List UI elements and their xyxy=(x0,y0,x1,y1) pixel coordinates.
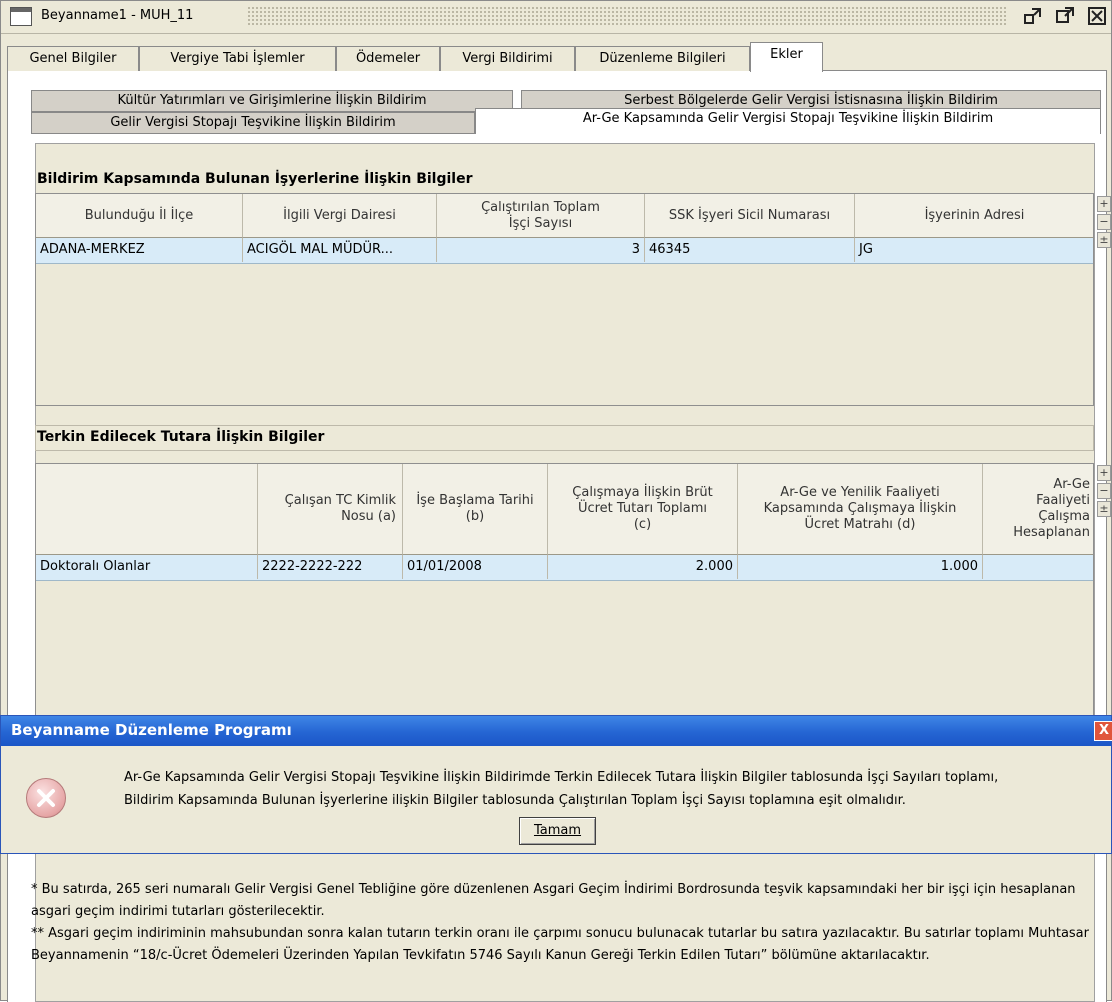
footnotes: * Bu satırda, 265 seri numaralı Gelir Ve… xyxy=(31,879,1106,967)
col-header-isyeri-adresi[interactable]: İşyerinin Adresi xyxy=(855,194,1093,238)
col-header-ucret-matrahi[interactable]: Ar-Ge ve Yenilik Faaliyeti Kapsamında Ça… xyxy=(738,464,983,555)
col-header-isci-sayisi[interactable]: Çalıştırılan Toplam İşçi Sayısı xyxy=(437,194,645,238)
col-header-tc-kimlik[interactable]: Çalışan TC Kimlik Nosu (a) xyxy=(258,464,403,555)
cell-ssk-sicil[interactable]: 46345 xyxy=(645,238,855,262)
add-row-button[interactable]: + xyxy=(1097,196,1111,212)
title-bar[interactable]: Beyanname1 - MUH_11 xyxy=(1,1,1111,34)
cell-il-ilce[interactable]: ADANA-MERKEZ xyxy=(36,238,243,262)
insert-row-button[interactable]: ± xyxy=(1097,501,1111,517)
table-row[interactable]: Doktoralı Olanlar 2222-2222-222 01/01/20… xyxy=(36,555,1093,581)
terkin-table[interactable]: Çalışan TC Kimlik Nosu (a) İşe Başlama T… xyxy=(35,463,1094,716)
error-icon xyxy=(26,778,66,818)
section1-title: Bildirim Kapsamında Bulunan İşyerlerine … xyxy=(37,171,473,187)
restore-icon[interactable] xyxy=(1023,6,1043,30)
footnote-2: ** Asgari geçim indiriminin mahsubundan … xyxy=(31,926,1089,963)
main-tab-strip: Genel Bilgiler Vergiye Tabi İşlemler Öde… xyxy=(7,42,1107,72)
cell-brut-ucret[interactable]: 2.000 xyxy=(548,555,738,579)
tab-vergi-bildirimi[interactable]: Vergi Bildirimi xyxy=(440,46,575,71)
col-header-blank[interactable] xyxy=(36,464,258,555)
section2-title: Terkin Edilecek Tutara İlişkin Bilgiler xyxy=(37,429,325,445)
title-bar-pattern xyxy=(247,6,1007,27)
tab-ekler[interactable]: Ekler xyxy=(750,42,823,72)
dialog-message: Ar-Ge Kapsamında Gelir Vergisi Stopajı T… xyxy=(124,766,998,812)
cell-tc-kimlik[interactable]: 2222-2222-222 xyxy=(258,555,403,579)
cell-row-label[interactable]: Doktoralı Olanlar xyxy=(36,555,258,579)
col-header-vergi-dairesi[interactable]: İlgili Vergi Dairesi xyxy=(243,194,437,238)
cell-vergi-dairesi[interactable]: ACIGÖL MAL MÜDÜR... xyxy=(243,238,437,262)
subtab-gelir-vergisi-stopaji[interactable]: Gelir Vergisi Stopajı Teşvikine İlişkin … xyxy=(31,112,475,134)
dialog-message-line-2: Bildirim Kapsamında Bulunan İşyerlerine … xyxy=(124,793,906,808)
tab-odemeler[interactable]: Ödemeler xyxy=(336,46,440,71)
cell-isci-sayisi[interactable]: 3 xyxy=(437,238,645,262)
window-title: Beyanname1 - MUH_11 xyxy=(41,8,194,23)
cell-isyeri-adresi[interactable]: JG xyxy=(855,238,1093,262)
insert-row-button[interactable]: ± xyxy=(1097,232,1111,248)
col-header-brut-ucret[interactable]: Çalışmaya İlişkin Brüt Ücret Tutarı Topl… xyxy=(548,464,738,555)
table-row[interactable]: ADANA-MERKEZ ACIGÖL MAL MÜDÜR... 3 46345… xyxy=(36,238,1093,264)
tamam-button-label: Tamam xyxy=(533,823,582,838)
footnote-1: * Bu satırda, 265 seri numaralı Gelir Ve… xyxy=(31,882,1076,919)
dialog-message-line-1: Ar-Ge Kapsamında Gelir Vergisi Stopajı T… xyxy=(124,770,999,785)
remove-row-button[interactable]: − xyxy=(1097,214,1111,230)
col-header-ssk-sicil[interactable]: SSK İşyeri Sicil Numarası xyxy=(645,194,855,238)
tamam-button[interactable]: Tamam xyxy=(519,817,596,845)
tab-duzenleme-bilgileri[interactable]: Düzenleme Bilgileri xyxy=(575,46,750,71)
cell-ucret-matrahi[interactable]: 1.000 xyxy=(738,555,983,579)
isyerleri-table[interactable]: Bulunduğu İl İlçe İlgili Vergi Dairesi Ç… xyxy=(35,193,1094,406)
add-row-button[interactable]: + xyxy=(1097,465,1111,481)
tab-vergiye-tabi-islemler[interactable]: Vergiye Tabi İşlemler xyxy=(139,46,336,71)
dialog-close-button[interactable]: X xyxy=(1094,721,1112,741)
col-header-ise-baslama[interactable]: İşe Başlama Tarihi (b) xyxy=(403,464,548,555)
tab-genel-bilgiler[interactable]: Genel Bilgiler xyxy=(7,46,139,71)
dialog-title-bar[interactable]: Beyanname Düzenleme Programı X xyxy=(1,716,1112,746)
close-window-icon[interactable] xyxy=(1087,6,1107,30)
remove-row-button[interactable]: − xyxy=(1097,483,1111,499)
col-header-il-ilce[interactable]: Bulunduğu İl İlçe xyxy=(36,194,243,238)
window-icon xyxy=(10,7,32,26)
subtab-ar-ge-kapsaminda[interactable]: Ar-Ge Kapsamında Gelir Vergisi Stopajı T… xyxy=(475,108,1101,134)
dialog-title: Beyanname Düzenleme Programı xyxy=(11,721,292,739)
col-header-ar-ge-faaliyeti[interactable]: Ar-Ge Faaliyeti Çalışma Hesaplanan xyxy=(983,464,1093,555)
subtab-kultur-yatirimlari[interactable]: Kültür Yatırımları ve Girişimlerine İliş… xyxy=(31,90,513,112)
cell-ise-baslama[interactable]: 01/01/2008 xyxy=(403,555,548,579)
maximize-icon[interactable] xyxy=(1055,6,1075,30)
